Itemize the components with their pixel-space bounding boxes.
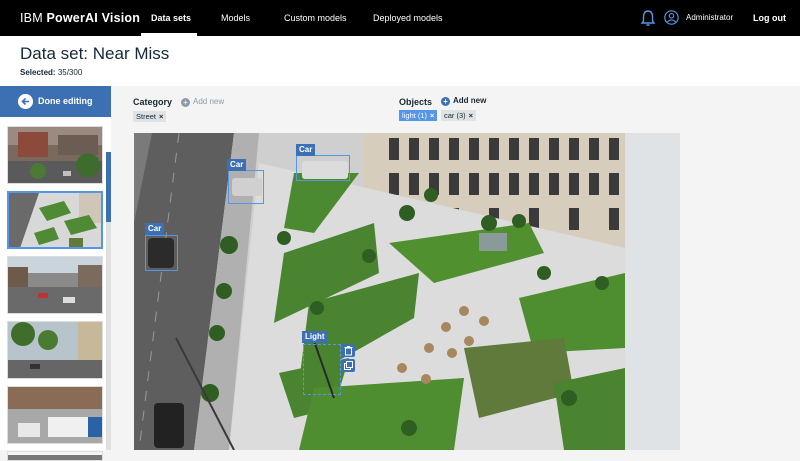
category-tag-label: Street <box>136 112 157 121</box>
category-add-label: Add new <box>193 97 225 106</box>
done-editing-label: Done editing <box>38 96 93 106</box>
annotation-label-car: Car <box>145 223 165 235</box>
arrow-left-icon <box>18 94 33 109</box>
annotation-label-light: Light <box>302 331 328 343</box>
logout-link[interactable]: Log out <box>753 13 786 23</box>
notification-bell-icon[interactable] <box>640 9 656 27</box>
copy-icon <box>344 361 353 370</box>
selection-count: Selected: 35/300 <box>20 68 82 77</box>
category-label: Category <box>133 97 173 107</box>
trash-icon <box>344 346 353 356</box>
delete-annotation-button[interactable] <box>342 344 355 357</box>
image-sidebar: Done editing <box>0 86 111 461</box>
plaza-thumbnail <box>9 193 101 247</box>
object-tag-light[interactable]: light (1) × <box>399 110 438 121</box>
thumbnail-image[interactable] <box>7 256 103 314</box>
page-header: Data set: Near Miss Selected: 35/300 <box>0 36 800 86</box>
thumbnail-image[interactable] <box>7 126 103 184</box>
selected-value: 35/300 <box>57 68 83 77</box>
remove-tag-icon[interactable]: × <box>159 112 163 121</box>
nav-models[interactable]: Models <box>221 13 250 23</box>
page-title: Data set: Near Miss <box>20 44 170 63</box>
done-editing-button[interactable]: Done editing <box>0 86 111 117</box>
street-scene-thumbnail <box>8 127 102 183</box>
canvas-side-panel <box>625 133 680 450</box>
remove-tag-icon[interactable]: × <box>430 111 434 120</box>
nav-deployed-models[interactable]: Deployed models <box>373 13 443 23</box>
plus-circle-icon: + <box>441 97 450 106</box>
selected-label: Selected: <box>20 68 56 77</box>
annotation-box-car[interactable] <box>228 170 264 204</box>
top-navigation-bar: IBM PowerAI Vision Data sets Models Cust… <box>0 0 800 36</box>
palm-street-thumbnail <box>8 322 102 378</box>
thumbnail-image[interactable] <box>7 321 103 379</box>
nav-data-sets[interactable]: Data sets <box>151 13 191 23</box>
objects-add-button[interactable]: + Add new <box>441 96 486 106</box>
annotation-box-car[interactable] <box>145 235 178 271</box>
intersection-thumbnail <box>8 257 102 313</box>
category-add-button[interactable]: + Add new <box>181 97 224 107</box>
nav-custom-models[interactable]: Custom models <box>284 13 347 23</box>
category-tag-street[interactable]: Street × <box>133 111 167 122</box>
partial-thumbnail <box>8 455 102 460</box>
annotation-canvas[interactable]: Car Car Car Light <box>134 133 625 450</box>
thumbnail-list <box>0 122 111 461</box>
duplicate-annotation-button[interactable] <box>342 359 355 372</box>
objects-add-label: Add new <box>453 96 487 105</box>
annotation-label-car: Car <box>227 159 247 171</box>
thumbnail-image[interactable] <box>7 386 103 444</box>
user-name[interactable]: Administrator <box>686 13 733 22</box>
thumbnail-image-selected[interactable] <box>7 191 103 249</box>
plus-circle-icon: + <box>181 98 190 107</box>
object-tag-label: car (3) <box>444 111 466 120</box>
brand-prefix: IBM <box>20 11 43 25</box>
brand-logo[interactable]: IBM PowerAI Vision <box>20 11 140 25</box>
object-tag-car[interactable]: car (3) × <box>441 110 477 121</box>
remove-tag-icon[interactable]: × <box>469 111 473 120</box>
annotation-box-light-selected[interactable] <box>303 344 341 395</box>
thumbnail-image[interactable] <box>7 451 103 461</box>
object-tag-label: light (1) <box>402 111 428 120</box>
aerial-plaza-photo <box>134 133 625 450</box>
brand-name: PowerAI Vision <box>46 11 141 25</box>
annotation-label-car: Car <box>296 144 316 156</box>
thumbnail-scrollbar-thumb[interactable] <box>106 152 111 222</box>
objects-label: Objects <box>399 97 433 107</box>
user-avatar-icon[interactable] <box>664 10 679 25</box>
trucks-thumbnail <box>8 387 102 443</box>
annotation-box-car[interactable] <box>296 155 350 181</box>
